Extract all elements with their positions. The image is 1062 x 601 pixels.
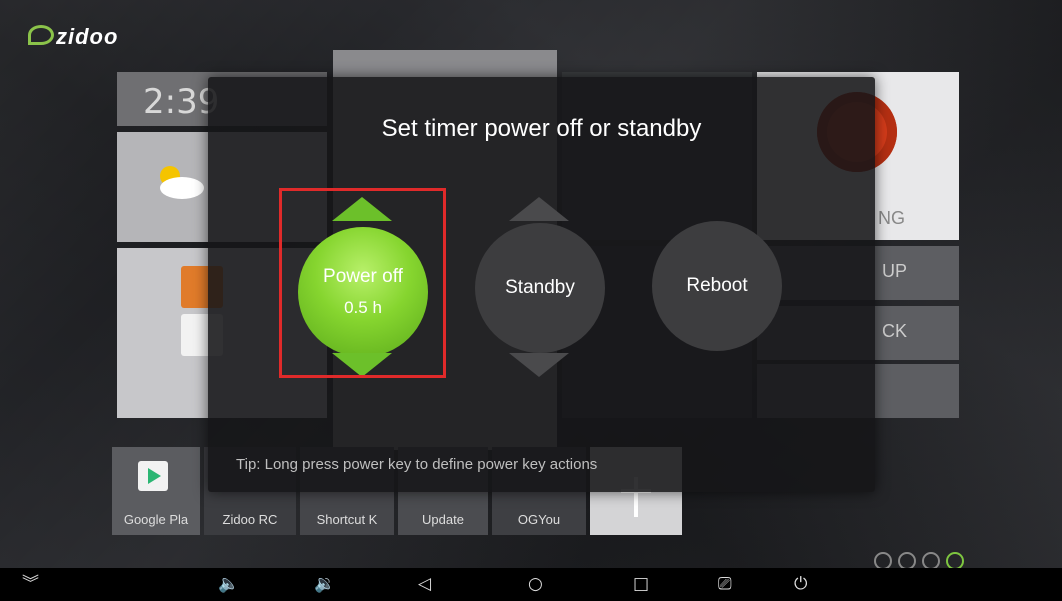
option-label: Reboot <box>686 275 748 296</box>
zidoo-logo: zidoo <box>28 24 118 50</box>
weather-icon <box>160 166 204 199</box>
decrease-arrow-icon[interactable] <box>509 353 569 377</box>
system-nav-bar: ︾ 🔈 🔉 ◁ ○ □ ⎚ ⏻ <box>0 568 1062 601</box>
selection-highlight <box>279 188 446 378</box>
tip-text: Tip: Long press power key to define powe… <box>236 456 598 473</box>
side-label-lock: CK <box>881 321 907 341</box>
screenshot-icon[interactable]: ⎚ <box>718 575 732 593</box>
volume-down-icon[interactable]: 🔈 <box>218 575 239 593</box>
option-label: Standby <box>505 277 575 298</box>
dock-app-google-play[interactable]: Google Pla <box>112 447 200 535</box>
dock-label: Update <box>422 512 464 527</box>
dock-label: Zidoo RC <box>222 512 278 527</box>
power-icon[interactable]: ⏻ <box>794 575 807 593</box>
setting-label: NG <box>878 208 905 228</box>
dock-label: OGYou <box>517 512 561 527</box>
increase-arrow-icon[interactable] <box>509 197 569 221</box>
home-icon[interactable]: ○ <box>528 575 543 593</box>
collapse-icon[interactable]: ︾ <box>22 575 39 593</box>
dock-label: Google Pla <box>123 512 189 527</box>
volume-up-icon[interactable]: 🔉 <box>314 575 335 593</box>
recents-icon[interactable]: □ <box>633 575 649 593</box>
page-indicator <box>874 552 970 568</box>
dock-label: Shortcut K <box>316 512 378 527</box>
power-timer-dialog: Set timer power off or standby Power off… <box>208 77 875 492</box>
back-icon[interactable]: ◁ <box>418 575 431 593</box>
play-store-icon <box>138 461 168 491</box>
side-label-up: UP <box>881 261 907 281</box>
dialog-title: Set timer power off or standby <box>381 115 702 142</box>
